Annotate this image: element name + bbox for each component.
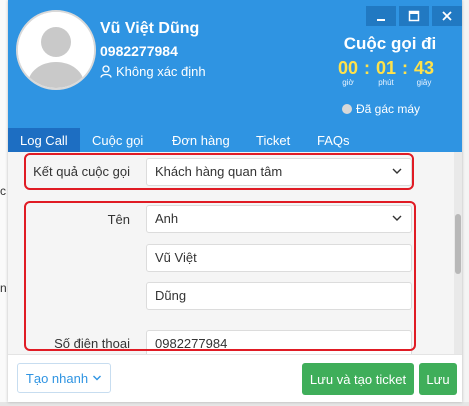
save-and-create-ticket-button[interactable]: Lưu và tạo ticket [302,363,414,395]
close-button[interactable] [432,6,462,26]
call-widget: Vũ Việt Dũng 0982277984 Không xác định C… [8,0,462,402]
highlight-call-result [24,153,414,190]
status-dot-icon [342,104,352,114]
call-timer: 00 giờ : 01 phút : 43 giây [334,58,438,88]
hangup-status-text: Đã gác máy [356,102,421,116]
caller-phone: 0982277984 [100,43,178,59]
hangup-status: Đã gác máy [342,102,420,116]
call-header: Vũ Việt Dũng 0982277984 Không xác định C… [8,0,462,128]
call-direction: Cuộc gọi đi [343,34,437,53]
highlight-name-phone [24,201,416,351]
caller-status: Không xác định [100,64,206,79]
quick-create-button[interactable]: Tạo nhanh [17,363,111,393]
window-controls [366,6,462,26]
timer-minutes-label: phút [378,78,394,87]
avatar [16,10,96,90]
tab-faqs[interactable]: FAQs [317,128,350,152]
timer-seconds: 43 [413,58,435,78]
timer-minutes: 01 [375,58,397,78]
background-page-edge-right [462,0,469,406]
maximize-icon [408,10,420,22]
timer-separator: : [402,58,408,78]
timer-separator: : [364,58,370,78]
background-bottom-band [0,402,469,406]
tab-bar: Log Call Cuộc gọi Đơn hàng Ticket FAQs [8,128,462,152]
minimize-icon [377,19,385,21]
user-icon [100,65,112,78]
scrollbar-thumb[interactable] [455,214,461,274]
tab-cuoc-goi[interactable]: Cuộc gọi [92,128,143,152]
form-scrollbar[interactable] [454,152,462,354]
tab-ticket[interactable]: Ticket [256,128,290,152]
footer-actions: Tạo nhanh Lưu và tạo ticket Lưu [8,354,462,402]
quick-create-label: Tạo nhanh [25,370,89,386]
caller-name: Vũ Việt Dũng [100,20,200,37]
caller-status-text: Không xác định [116,64,206,79]
background-page-edge: c n [0,0,8,406]
log-call-form: Kết quả cuộc gọi Khách hàng quan tâm Tên… [8,152,462,354]
save-button[interactable]: Lưu [419,363,457,395]
tab-don-hang[interactable]: Đơn hàng [172,128,230,152]
timer-hours: 00 [337,58,359,78]
minimize-button[interactable] [366,6,396,26]
user-silhouette-icon [18,12,94,88]
tab-log-call[interactable]: Log Call [8,128,80,152]
timer-seconds-label: giây [416,78,432,87]
chevron-down-icon [93,375,102,381]
maximize-button[interactable] [399,6,429,26]
close-icon [442,11,452,21]
background-text-fragment: c [0,184,6,198]
background-text-fragment: n [0,281,7,295]
timer-hours-label: giờ [342,78,354,87]
